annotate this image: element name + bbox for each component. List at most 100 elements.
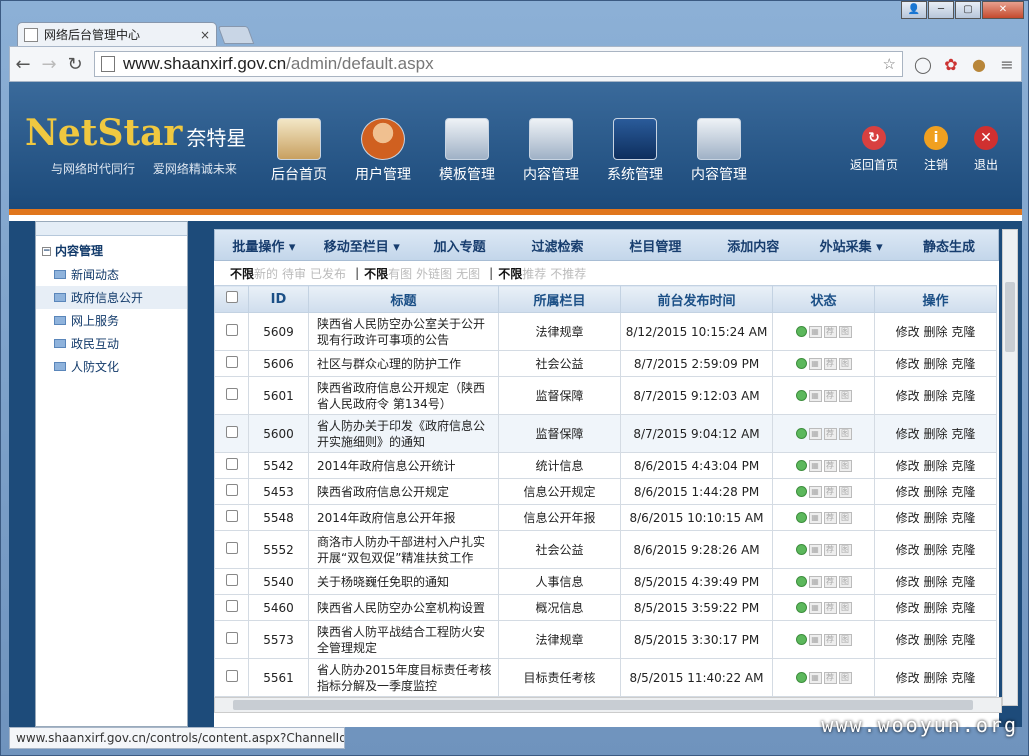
extension-rings-icon[interactable]: ✿ xyxy=(937,55,965,74)
filter-has-image[interactable]: 有图 xyxy=(388,265,412,282)
row-title[interactable]: 陕西省政府信息公开规定（陕西省人民政府令 第134号） xyxy=(308,376,499,415)
select-all-checkbox[interactable] xyxy=(225,291,238,303)
clone-link[interactable]: 克隆 xyxy=(951,575,975,589)
move-to-channel-menu[interactable]: 移动至栏目 ▾ xyxy=(313,236,411,255)
reload-icon[interactable]: ↻ xyxy=(62,54,88,75)
row-checkbox[interactable] xyxy=(225,600,238,612)
clone-link[interactable]: 克隆 xyxy=(951,543,975,557)
table-row[interactable]: 5601 陕西省政府信息公开规定（陕西省人民政府令 第134号） 监督保障 8/7/2… xyxy=(214,376,997,415)
row-title[interactable]: 商洛市人防办干部进村入户扎实开展“双包双促”精准扶贫工作 xyxy=(308,530,499,569)
row-select-cell[interactable] xyxy=(214,350,249,377)
edit-link[interactable]: 修改 xyxy=(896,389,920,403)
row-checkbox[interactable] xyxy=(225,484,238,496)
row-checkbox[interactable] xyxy=(225,574,238,586)
forward-icon[interactable]: → xyxy=(36,54,62,75)
external-collect-menu[interactable]: 外站采集 ▾ xyxy=(802,236,900,255)
clone-link[interactable]: 克隆 xyxy=(951,357,975,371)
static-generate-button[interactable]: 静态生成 xyxy=(900,236,998,255)
table-row[interactable]: 5540 关于杨晓巍任免职的通知 人事信息 8/5/2015 4:39:49 PM ▦ 荐… xyxy=(214,568,997,595)
extension-circle-icon[interactable]: ◯ xyxy=(909,55,937,74)
close-tab-icon[interactable]: × xyxy=(200,28,210,42)
minimize-button[interactable]: ─ xyxy=(928,1,954,19)
clone-link[interactable]: 克隆 xyxy=(951,633,975,647)
browser-tab[interactable]: 网络后台管理中心 × xyxy=(17,22,217,46)
new-tab-button[interactable] xyxy=(217,26,255,44)
row-select-cell[interactable] xyxy=(214,620,249,659)
row-checkbox[interactable] xyxy=(225,542,238,554)
user-icon[interactable]: 👤 xyxy=(901,1,927,19)
filter-not-recommended[interactable]: 不推荐 xyxy=(550,265,586,282)
delete-link[interactable]: 删除 xyxy=(923,325,947,339)
edit-link[interactable]: 修改 xyxy=(896,633,920,647)
address-bar[interactable]: www.shaanxirf.gov.cn/admin/default.aspx … xyxy=(94,51,903,77)
clone-link[interactable]: 克隆 xyxy=(951,511,975,525)
sidebar-item-online-service[interactable]: 网上服务 xyxy=(42,309,181,332)
row-checkbox[interactable] xyxy=(225,324,238,336)
row-title[interactable]: 省人防办关于印发《政府信息公开实施细则》的通知 xyxy=(308,414,499,453)
edit-link[interactable]: 修改 xyxy=(896,427,920,441)
row-title[interactable]: 2014年政府信息公开年报 xyxy=(308,504,499,531)
back-icon[interactable]: ← xyxy=(10,54,36,75)
sidebar-item-news[interactable]: 新闻动态 xyxy=(42,263,181,286)
add-to-topic-button[interactable]: 加入专题 xyxy=(411,236,509,255)
bookmark-star-icon[interactable]: ☆ xyxy=(883,55,896,73)
menu-icon[interactable]: ≡ xyxy=(993,55,1021,74)
delete-link[interactable]: 删除 xyxy=(923,427,947,441)
table-row[interactable]: 5548 2014年政府信息公开年报 信息公开年报 8/6/2015 10:10:15… xyxy=(214,504,997,531)
nav-system[interactable]: 系统管理 xyxy=(593,118,677,184)
row-select-cell[interactable] xyxy=(214,312,249,351)
row-select-cell[interactable] xyxy=(214,452,249,479)
delete-link[interactable]: 删除 xyxy=(923,357,947,371)
row-title[interactable]: 社区与群众心理的防护工作 xyxy=(308,350,499,377)
row-checkbox[interactable] xyxy=(225,356,238,368)
clone-link[interactable]: 克隆 xyxy=(951,601,975,615)
row-title[interactable]: 陕西省人民防空办公室关于公开现有行政许可事项的公告 xyxy=(308,312,499,351)
row-checkbox[interactable] xyxy=(225,458,238,470)
edit-link[interactable]: 修改 xyxy=(896,325,920,339)
table-row[interactable]: 5453 陕西省政府信息公开规定 信息公开规定 8/6/2015 1:44:28 PM… xyxy=(214,478,997,505)
edit-link[interactable]: 修改 xyxy=(896,511,920,525)
table-row[interactable]: 5561 省人防办2015年度目标责任考核指标分解及一季度监控 目标责任考核 8/5/… xyxy=(214,658,997,697)
filter-no-image[interactable]: 无图 xyxy=(456,265,480,282)
select-all-cell[interactable] xyxy=(214,285,249,313)
row-title[interactable]: 陕西省人防平战结合工程防火安全管理规定 xyxy=(308,620,499,659)
edit-link[interactable]: 修改 xyxy=(896,485,920,499)
filter-published[interactable]: 已发布 xyxy=(310,265,346,282)
edit-link[interactable]: 修改 xyxy=(896,543,920,557)
cookie-icon[interactable]: ● xyxy=(965,55,993,74)
add-content-button[interactable]: 添加内容 xyxy=(704,236,802,255)
delete-link[interactable]: 删除 xyxy=(923,671,947,685)
scroll-thumb[interactable] xyxy=(233,700,973,710)
table-row[interactable]: 5600 省人防办关于印发《政府信息公开实施细则》的通知 监督保障 8/7/2015 … xyxy=(214,414,997,453)
horizontal-scrollbar[interactable] xyxy=(214,697,1002,713)
delete-link[interactable]: 删除 xyxy=(923,511,947,525)
scroll-thumb[interactable] xyxy=(1005,282,1015,352)
row-select-cell[interactable] xyxy=(214,478,249,505)
row-title[interactable]: 陕西省政府信息公开规定 xyxy=(308,478,499,505)
edit-link[interactable]: 修改 xyxy=(896,601,920,615)
col-channel[interactable]: 所属栏目 xyxy=(498,285,621,313)
row-select-cell[interactable] xyxy=(214,530,249,569)
nav-content[interactable]: 内容管理 xyxy=(509,118,593,184)
row-select-cell[interactable] xyxy=(214,376,249,415)
clone-link[interactable]: 克隆 xyxy=(951,427,975,441)
delete-link[interactable]: 删除 xyxy=(923,601,947,615)
channel-manage-button[interactable]: 栏目管理 xyxy=(607,236,705,255)
delete-link[interactable]: 删除 xyxy=(923,485,947,499)
col-id[interactable]: ID xyxy=(248,285,309,313)
edit-link[interactable]: 修改 xyxy=(896,459,920,473)
close-window-button[interactable]: ✕ xyxy=(982,1,1024,19)
nav-users[interactable]: 用户管理 xyxy=(341,118,425,184)
table-row[interactable]: 5552 商洛市人防办干部进村入户扎实开展“双包双促”精准扶贫工作 社会公益 8/6/… xyxy=(214,530,997,569)
nav-content-2[interactable]: 内容管理 xyxy=(677,118,761,184)
clone-link[interactable]: 克隆 xyxy=(951,389,975,403)
filter-recommend-all[interactable]: 不限 xyxy=(498,265,522,282)
maximize-button[interactable]: ▢ xyxy=(955,1,981,19)
clone-link[interactable]: 克隆 xyxy=(951,459,975,473)
row-checkbox[interactable] xyxy=(225,426,238,438)
row-select-cell[interactable] xyxy=(214,568,249,595)
row-checkbox[interactable] xyxy=(225,670,238,682)
col-time[interactable]: 前台发布时间 xyxy=(620,285,773,313)
row-select-cell[interactable] xyxy=(214,414,249,453)
batch-ops-menu[interactable]: 批量操作 ▾ xyxy=(215,236,313,255)
